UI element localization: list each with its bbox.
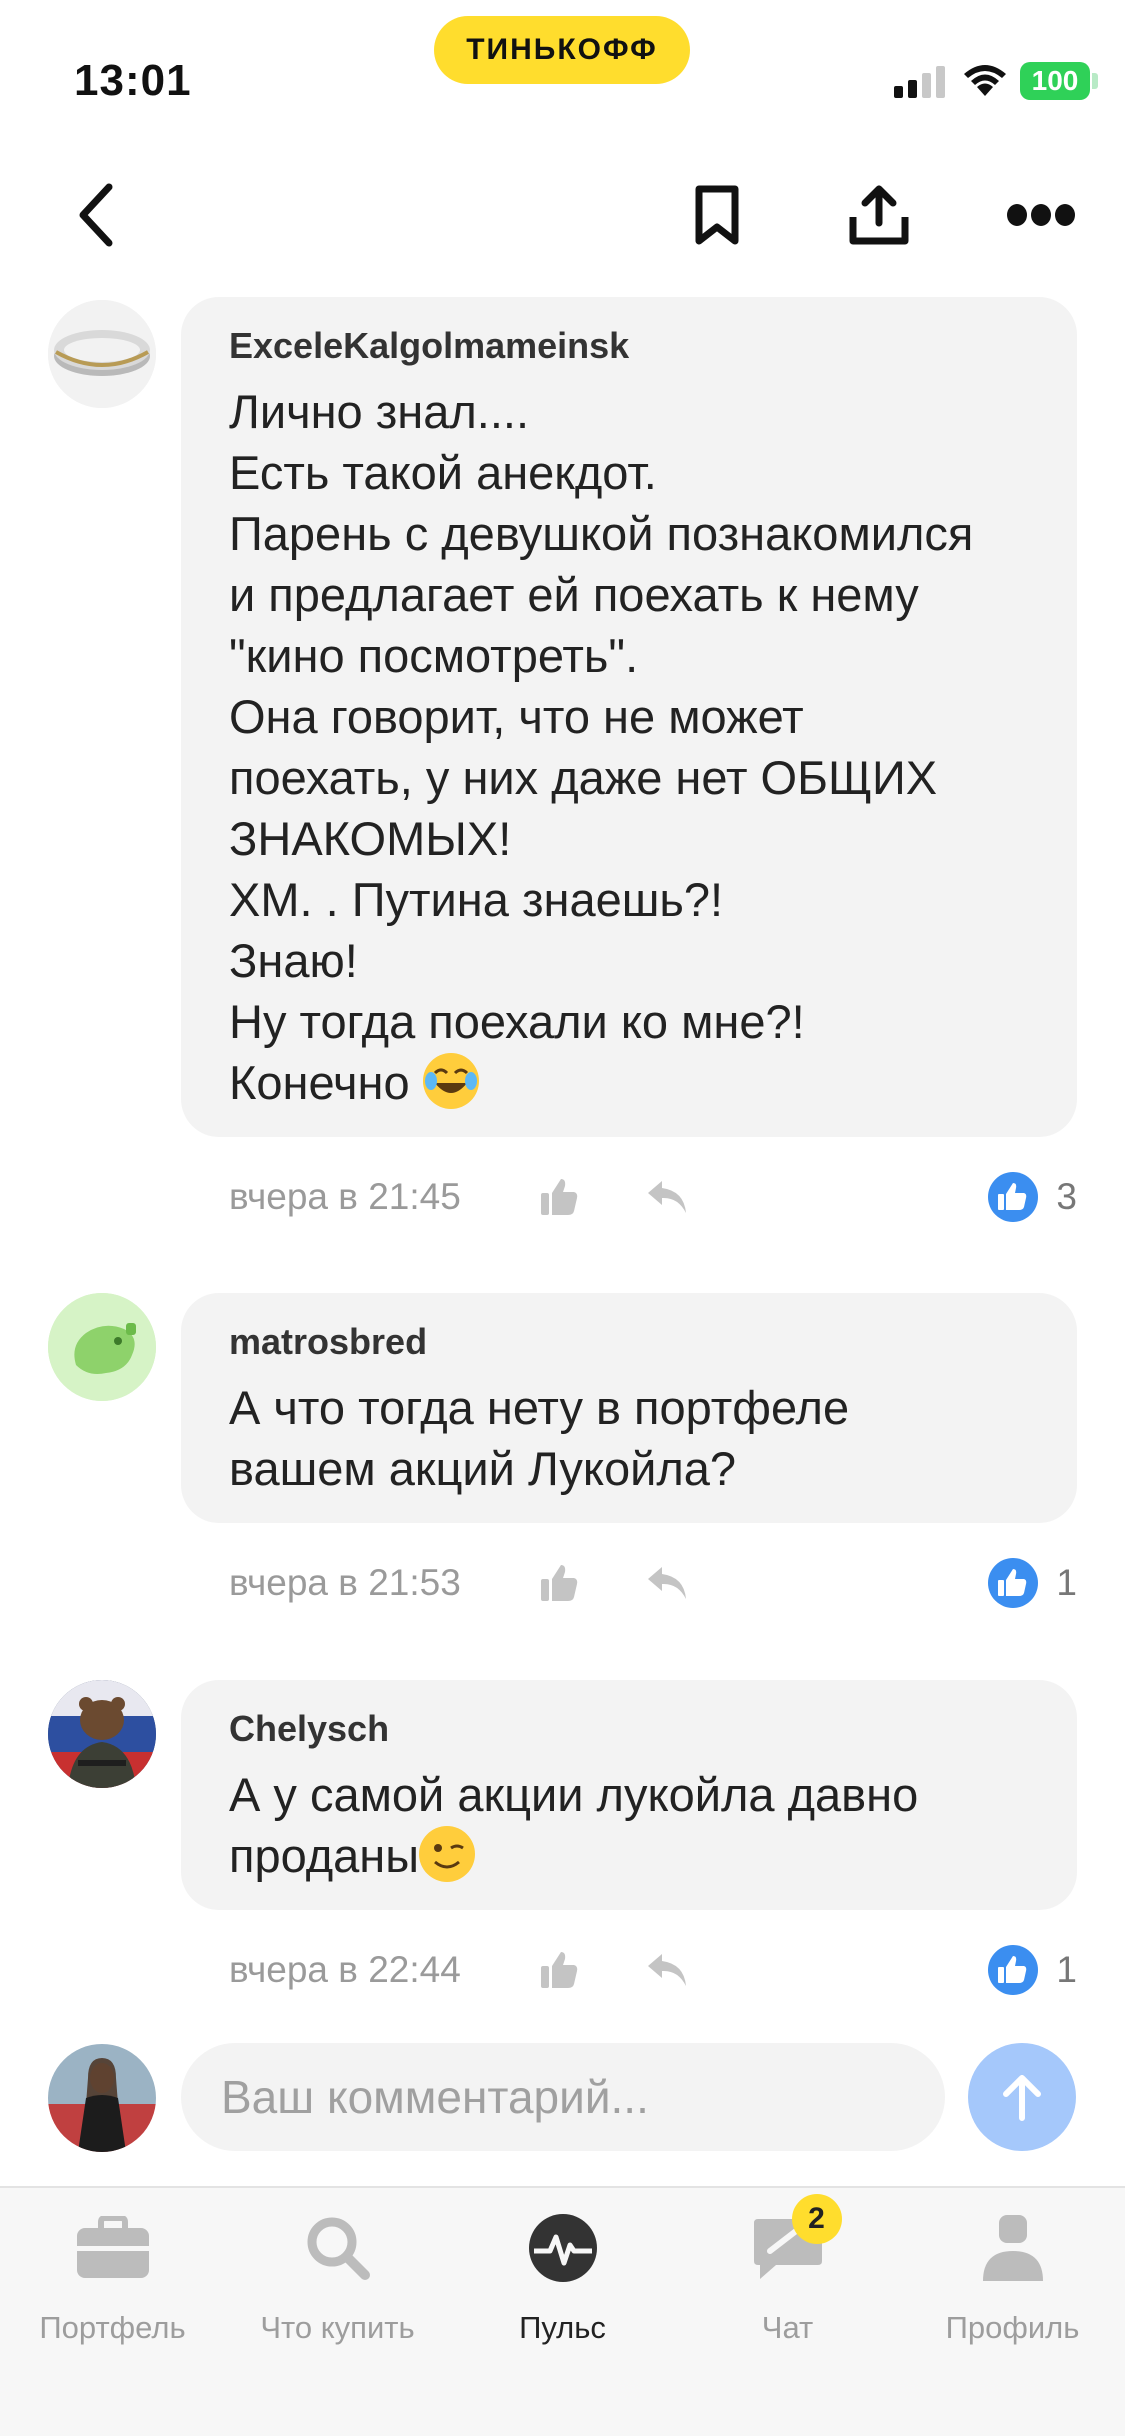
bookmark-icon	[695, 185, 739, 245]
like-summary[interactable]: 1	[988, 1945, 1077, 1995]
comment-time: вчера в 21:45	[229, 1176, 461, 1217]
comment-text: А у самой акции лукойла давно проданы	[229, 1764, 1047, 1886]
nav-bar	[0, 150, 1125, 280]
like-badge-icon	[988, 1945, 1039, 1995]
reply-icon	[648, 1954, 686, 1986]
comment-meta: вчера в 21:53 1	[229, 1553, 1077, 1613]
status-bar: 13:01 ТИНЬКОФФ 100	[0, 0, 1125, 150]
chat-badge: 2	[791, 2194, 842, 2244]
like-badge-icon	[988, 1558, 1039, 1608]
comment-text: Лично знал.... Есть такой анекдот. Парен…	[229, 381, 1047, 1113]
more-button[interactable]	[996, 170, 1086, 260]
tab-portfolio[interactable]: Портфель	[0, 2208, 225, 2358]
share-icon	[849, 185, 909, 245]
user-photo	[48, 2044, 156, 2152]
tab-label: Чат	[761, 2310, 814, 2345]
signal-icon	[894, 66, 945, 98]
tab-label: Что купить	[260, 2310, 415, 2345]
thumbs-up-icon	[541, 1565, 578, 1601]
like-button[interactable]	[529, 1553, 589, 1613]
tab-bar: Портфель Что купить Пульс 2 Чат Профиль	[0, 2186, 1125, 2436]
like-summary[interactable]: 3	[988, 1172, 1077, 1222]
comment-text-body: А у самой акции лукойла давно проданы	[229, 1768, 919, 1882]
brand-logo: ТИНЬКОФФ	[434, 16, 690, 84]
thumbs-up-icon	[541, 1179, 578, 1215]
comment-meta: вчера в 21:45 3	[229, 1167, 1077, 1227]
tab-label: Пульс	[519, 2310, 606, 2345]
like-count: 3	[1056, 1176, 1077, 1217]
tab-label: Профиль	[945, 2310, 1080, 2345]
search-icon	[307, 2217, 370, 2280]
user-avatar[interactable]	[48, 2044, 156, 2152]
status-time: 13:01	[74, 56, 192, 105]
tab-profile[interactable]: Профиль	[900, 2208, 1125, 2358]
ring-image	[48, 300, 156, 408]
battery-indicator: 100	[1020, 62, 1090, 100]
tab-pulse[interactable]: Пульс	[450, 2208, 675, 2358]
bear-avatar[interactable]	[48, 1680, 156, 1788]
comment-time: вчера в 22:44	[229, 1949, 461, 1990]
like-count: 1	[1056, 1949, 1077, 1990]
arrow-up-icon	[1003, 2075, 1041, 2121]
capybara-image	[48, 1293, 156, 1401]
briefcase-icon	[76, 2216, 149, 2278]
comment-text: А что тогда нету в портфеле вашем акций …	[229, 1381, 850, 1495]
comment-bubble: matrosbred А что тогда нету в портфеле в…	[181, 1293, 1077, 1523]
reply-icon	[648, 1567, 686, 1599]
comment-time: вчера в 21:53	[229, 1562, 461, 1603]
capybara-avatar[interactable]	[48, 1293, 156, 1401]
comment-meta: вчера в 22:44 1	[229, 1940, 1077, 2000]
comment-author[interactable]: Chelysch	[229, 1708, 1047, 1750]
like-button[interactable]	[529, 1940, 589, 2000]
like-button[interactable]	[529, 1167, 589, 1227]
comment-text-body: Лично знал.... Есть такой анекдот. Парен…	[229, 385, 974, 1109]
wifi-icon	[964, 65, 1006, 96]
comment-author[interactable]: matrosbred	[229, 1321, 1047, 1363]
reply-icon	[648, 1181, 686, 1213]
wink-emoji	[419, 1826, 475, 1882]
thumbs-up-icon	[541, 1952, 578, 1988]
chevron-left-icon	[79, 183, 113, 247]
battery-cap	[1092, 73, 1098, 89]
comment-input[interactable]	[181, 2043, 945, 2151]
like-summary[interactable]: 1	[988, 1558, 1077, 1608]
laughing-tears-emoji	[422, 1053, 479, 1109]
comment-bubble: ExceleKalgolmameinsk Лично знал.... Есть…	[181, 297, 1077, 1137]
comment-author[interactable]: ExceleKalgolmameinsk	[229, 325, 1047, 367]
like-badge-icon	[988, 1172, 1039, 1222]
tab-chat[interactable]: 2 Чат	[675, 2194, 900, 2358]
share-button[interactable]	[834, 170, 924, 260]
comment-bubble: Chelysch А у самой акции лукойла давно п…	[181, 1680, 1077, 1910]
reply-button[interactable]	[637, 1940, 697, 2000]
like-count: 1	[1056, 1562, 1077, 1603]
back-button[interactable]	[52, 170, 142, 260]
ring-avatar[interactable]	[48, 300, 156, 408]
bookmark-button[interactable]	[672, 170, 762, 260]
reply-button[interactable]	[637, 1167, 697, 1227]
profile-icon	[982, 2215, 1043, 2281]
reply-button[interactable]	[637, 1553, 697, 1613]
more-icon	[1007, 204, 1075, 226]
pulse-icon	[528, 2214, 597, 2282]
send-button[interactable]	[968, 2043, 1076, 2151]
bear-image	[48, 1680, 156, 1788]
tab-label: Портфель	[39, 2310, 186, 2345]
tab-what-to-buy[interactable]: Что купить	[225, 2208, 450, 2358]
